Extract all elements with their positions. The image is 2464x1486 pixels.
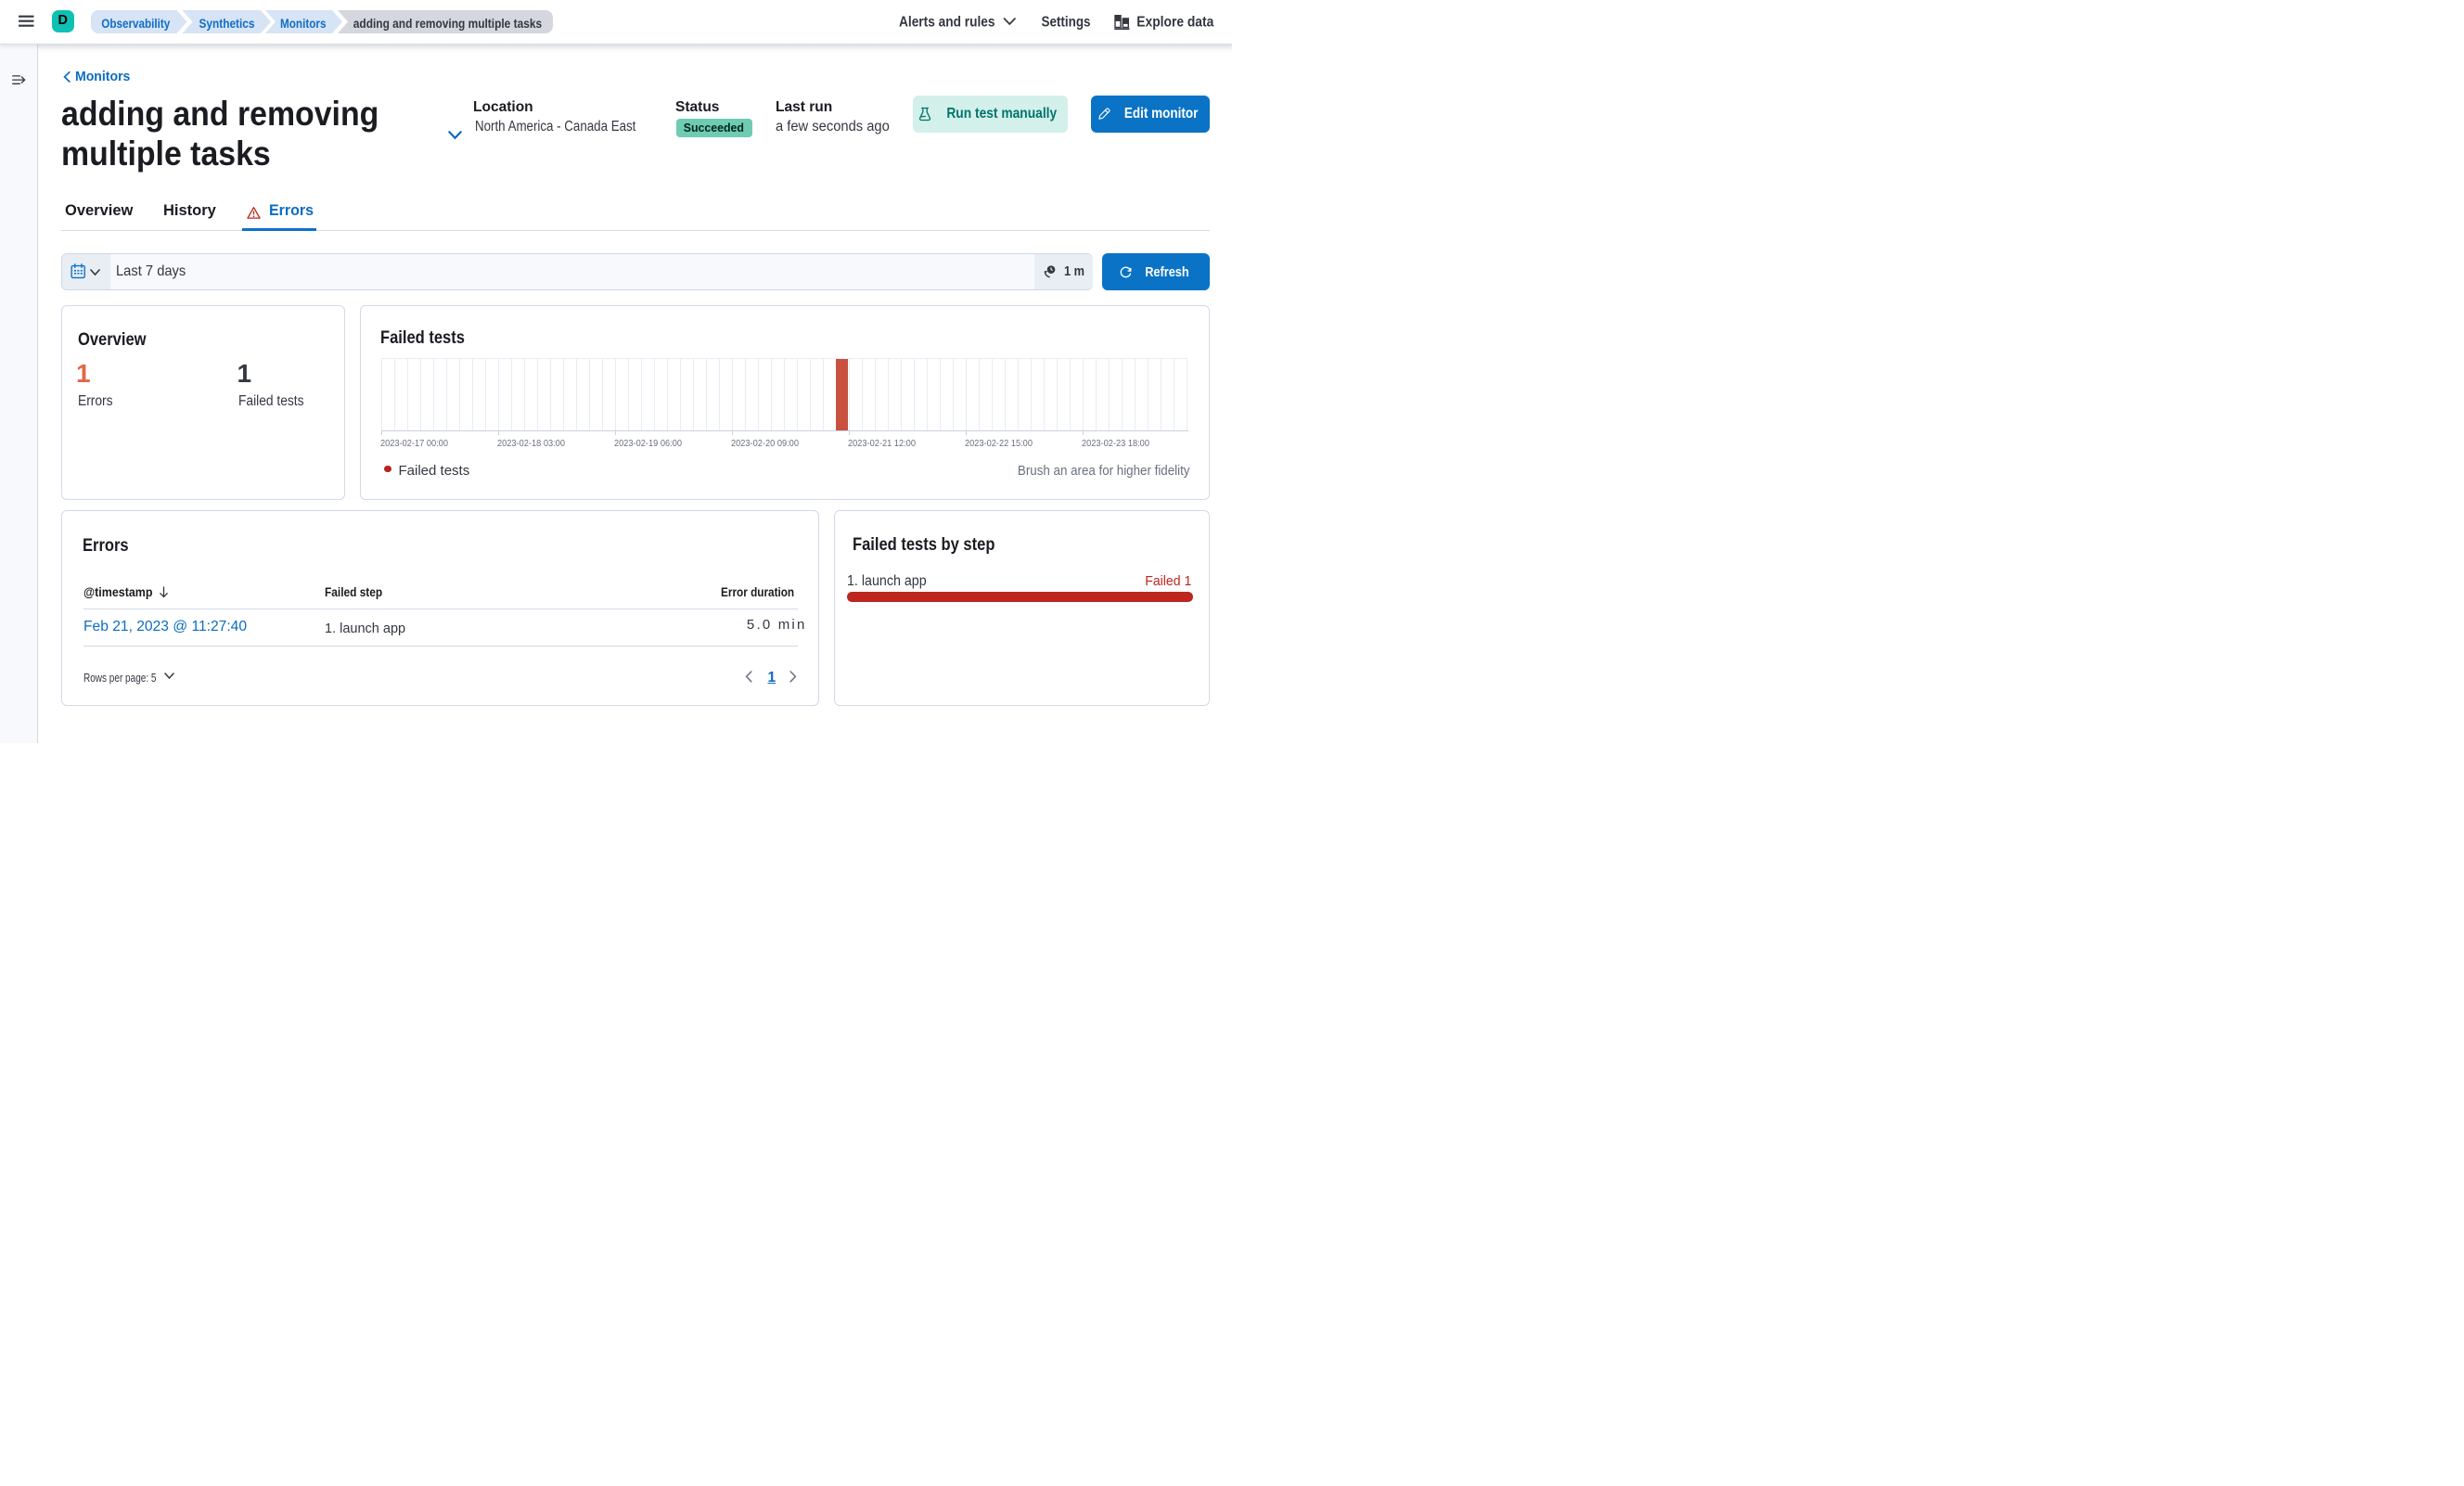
svg-text:Alerts and rules: Alerts and rules <box>899 15 995 31</box>
svg-text:adding and removing multiple t: adding and removing multiple tasks <box>353 16 541 31</box>
svg-text:Synthetics: Synthetics <box>199 16 254 31</box>
svg-text:Monitors: Monitors <box>280 16 327 31</box>
svg-text:Observability: Observability <box>101 16 170 31</box>
svg-text:Settings: Settings <box>1042 15 1091 31</box>
svg-text:Explore data: Explore data <box>1136 15 1213 31</box>
